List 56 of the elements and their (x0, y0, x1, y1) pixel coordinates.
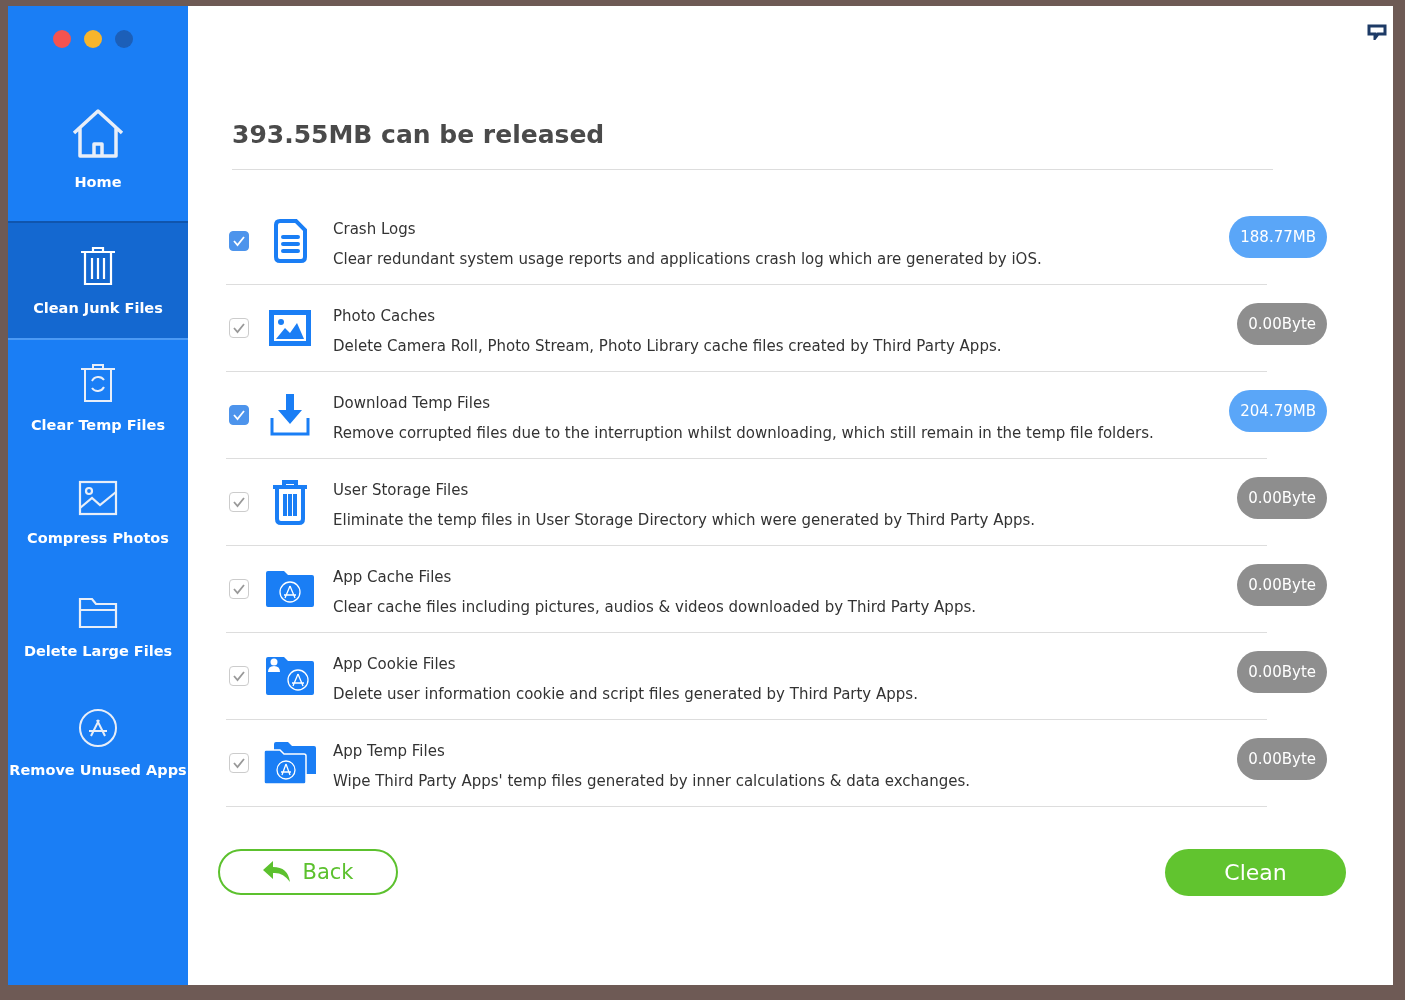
checkmark-icon (232, 757, 246, 769)
size-badge: 0.00Byte (1237, 477, 1327, 519)
item-description: Delete Camera Roll, Photo Stream, Photo Library cache files created by Third Party Apps. (333, 337, 1002, 355)
user-folder-icon (266, 657, 314, 695)
picture-icon (78, 479, 118, 516)
checkmark-icon (232, 583, 246, 595)
sidebar-item[interactable]: Remove Unused Apps (8, 685, 188, 800)
item-description: Clear redundant system usage reports and applications crash log which are generated by iOS. (333, 250, 1042, 268)
size-badge: 0.00Byte (1237, 303, 1327, 345)
sidebar-item[interactable]: Clear Temp Files (8, 340, 188, 455)
item-title: Photo Caches (333, 307, 437, 325)
item-title: App Cache Files (333, 568, 453, 586)
size-badge: 204.79MB (1229, 390, 1327, 432)
sidebar-item[interactable]: Compress Photos (8, 455, 188, 570)
app-store-icon (78, 707, 118, 748)
app-folder-icon (266, 571, 314, 607)
back-button[interactable]: Back (218, 849, 398, 895)
item-description: Wipe Third Party Apps' temp files generated by inner calculations & data exchanges. (333, 772, 971, 790)
zoom-button[interactable] (115, 30, 133, 48)
folder-icon (78, 596, 118, 629)
item-description: Clear cache files including pictures, audios & videos downloaded by Third Party Apps. (333, 598, 976, 616)
size-badge: 0.00Byte (1237, 651, 1327, 693)
checkbox[interactable] (229, 405, 249, 425)
checkmark-icon (232, 670, 246, 682)
item-title: App Cookie Files (333, 655, 457, 673)
item-title: User Storage Files (333, 481, 470, 499)
sidebar-item[interactable]: Clean Junk Files (8, 221, 188, 340)
chat-icon[interactable] (1367, 24, 1387, 40)
checkmark-icon (232, 322, 246, 334)
checkmark-icon (232, 496, 246, 508)
item-description: Eliminate the temp files in User Storage Directory which were generated by Third Party Apps. (333, 511, 1036, 529)
picture-icon (269, 310, 311, 346)
trash-icon (79, 245, 117, 286)
checkbox[interactable] (229, 231, 249, 251)
item-description: Delete user information cookie and script files generated by Third Party Apps. (333, 685, 918, 703)
item-title: Download Temp Files (333, 394, 491, 412)
sidebar-item[interactable]: Delete Large Files (8, 570, 188, 685)
download-icon (270, 394, 310, 436)
trash-icon (271, 479, 309, 525)
minimize-button[interactable] (84, 30, 102, 48)
item-description: Remove corrupted files due to the interruption whilst downloading, which still remain in the temp file folders. (333, 424, 1154, 442)
clean-button[interactable]: Clean (1165, 849, 1346, 896)
sidebar-item[interactable]: Home (8, 76, 188, 221)
recycle-bin-icon (79, 362, 117, 403)
item-title: App Temp Files (333, 742, 446, 760)
size-badge: 0.00Byte (1237, 738, 1327, 780)
document-icon (272, 219, 308, 263)
checkmark-icon (232, 235, 246, 247)
folders-icon (264, 742, 316, 784)
size-badge: 188.77MB (1229, 216, 1327, 258)
page-heading: 393.55MB can be released (232, 120, 1273, 170)
item-title: Crash Logs (333, 220, 417, 238)
home-icon (71, 107, 125, 160)
back-arrow-icon (262, 861, 291, 883)
checkmark-icon (232, 409, 246, 421)
size-badge: 0.00Byte (1237, 564, 1327, 606)
